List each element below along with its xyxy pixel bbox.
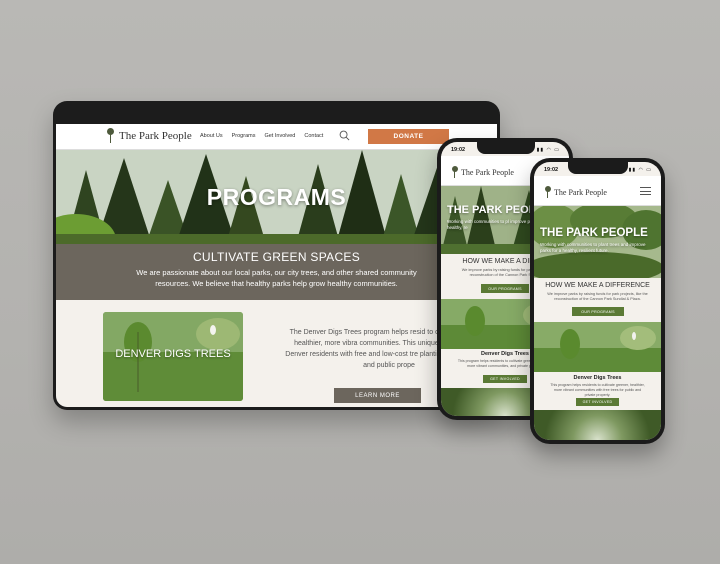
program-card-title: DENVER DIGS TREES xyxy=(115,348,231,360)
nav-about-us[interactable]: About Us xyxy=(200,133,223,139)
site-logo[interactable]: The Park People xyxy=(106,128,192,144)
phone-front-hero-title: THE PARK PEOPLE xyxy=(540,227,648,239)
phone-front-card-text: This program helps residents to cultivat… xyxy=(550,383,645,397)
phone-notch xyxy=(568,162,628,174)
nav-contact[interactable]: Contact xyxy=(304,133,323,139)
phone-front-logo-text: The Park People xyxy=(554,187,607,197)
phone-front-header: The Park People xyxy=(534,176,661,206)
hamburger-menu-icon[interactable] xyxy=(640,187,651,195)
phone-notch xyxy=(477,142,535,154)
nav-get-involved[interactable]: Get Involved xyxy=(264,133,295,139)
main-nav: About Us Programs Get Involved Contact xyxy=(200,133,323,139)
nav-programs[interactable]: Programs xyxy=(232,133,256,139)
site-header: The Park People About Us Programs Get In… xyxy=(56,124,497,150)
phone-back-programs-button[interactable]: OUR PROGRAMS xyxy=(481,284,529,293)
phone-front-get-involved-button[interactable]: GET INVOLVED xyxy=(576,398,619,406)
phone-back-logo-text: The Park People xyxy=(461,167,514,177)
tree-logo-icon xyxy=(544,186,551,198)
search-icon[interactable] xyxy=(339,130,350,141)
tree-logo-icon xyxy=(451,166,458,178)
phone-front-programs-button[interactable]: OUR PROGRAMS xyxy=(572,307,624,316)
donate-button[interactable]: DONATE xyxy=(368,129,449,144)
phone-back-logo[interactable]: The Park People xyxy=(451,166,514,178)
sapling-image xyxy=(534,322,661,372)
hero-banner: PROGRAMS xyxy=(56,150,497,244)
tablet-mockup: The Park People About Us Programs Get In… xyxy=(53,101,500,410)
intro-title: CULTIVATE GREEN SPACES xyxy=(192,250,361,264)
phone-front-hero-subtitle: Working with communities to plant trees … xyxy=(540,242,646,253)
tablet-screen: The Park People About Us Programs Get In… xyxy=(56,124,497,407)
phone-front-section-title: HOW WE MAKE A DIFFERENCE xyxy=(545,282,650,289)
intro-band: CULTIVATE GREEN SPACES We are passionate… xyxy=(56,244,497,300)
status-icons: ▮▮ ◠ ▭ xyxy=(628,167,652,173)
phone-front-section-text: We improve parks by raising funds for pa… xyxy=(547,292,648,301)
status-time: 19:02 xyxy=(451,147,466,153)
phone-front-card-title: Denver Digs Trees xyxy=(573,375,622,381)
intro-text: We are passionate about our local parks,… xyxy=(136,268,417,288)
phone-front-logo[interactable]: The Park People xyxy=(544,186,607,198)
phone-back-get-involved-button[interactable]: GET INVOLVED xyxy=(483,375,527,383)
page-title: PROGRAMS xyxy=(206,184,347,210)
site-logo-text: The Park People xyxy=(119,130,192,142)
canopy-image xyxy=(534,410,661,440)
status-time: 19:02 xyxy=(544,167,559,173)
phone-front-program-image xyxy=(534,322,661,372)
phone-mockup-front: 19:02 ▮▮ ◠ ▭ The Park People THE PARK PE… xyxy=(530,158,665,444)
status-icons: ▮▮ ◠ ▭ xyxy=(536,147,560,153)
phone-front-hero: THE PARK PEOPLE Working with communities… xyxy=(534,206,661,278)
learn-more-button[interactable]: LEARN MORE xyxy=(334,388,421,403)
phone-front-screen: 19:02 ▮▮ ◠ ▭ The Park People THE PARK PE… xyxy=(534,162,661,440)
program-card[interactable]: DENVER DIGS TREES xyxy=(103,312,243,401)
tree-logo-icon xyxy=(106,128,115,144)
